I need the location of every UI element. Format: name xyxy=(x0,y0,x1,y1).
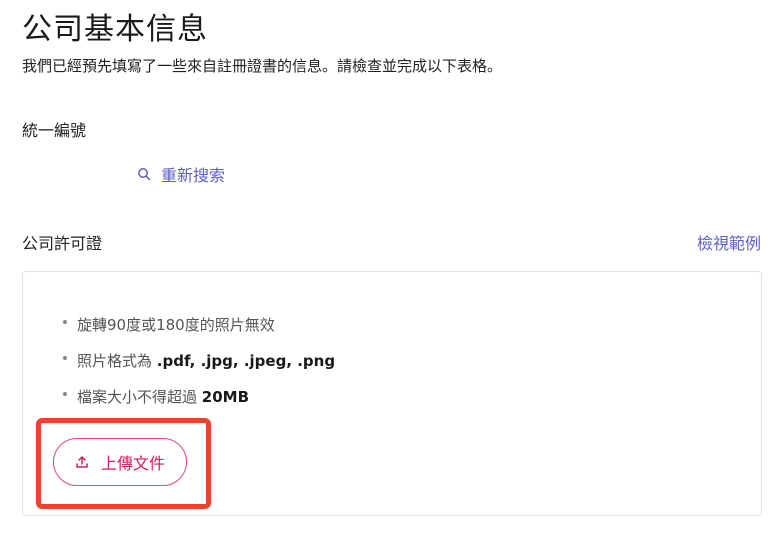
rule-item: 檔案大小不得超過 20MB xyxy=(63,379,335,415)
upload-file-button[interactable]: 上傳文件 xyxy=(53,438,187,486)
page-subtitle: 我們已經預先填寫了一些來自註冊證書的信息。請檢查並完成以下表格。 xyxy=(22,57,503,75)
page-title: 公司基本信息 xyxy=(22,12,208,47)
research-button[interactable]: 重新搜索 xyxy=(137,162,225,186)
rule-item: 照片格式為 .pdf, .jpg, .jpeg, .png xyxy=(63,343,335,379)
upload-file-label: 上傳文件 xyxy=(100,454,165,473)
upload-icon xyxy=(76,456,88,468)
tax-id-label: 統一編號 xyxy=(22,121,87,140)
upload-rules: 旋轉90度或180度的照片無效 照片格式為 .pdf, .jpg, .jpeg,… xyxy=(63,307,335,415)
research-label: 重新搜索 xyxy=(161,166,226,185)
search-icon xyxy=(138,168,151,181)
license-label: 公司許可證 xyxy=(22,234,103,253)
upload-card: 旋轉90度或180度的照片無效 照片格式為 .pdf, .jpg, .jpeg,… xyxy=(22,271,762,516)
view-example-link[interactable]: 檢視範例 xyxy=(697,230,761,254)
rule-item: 旋轉90度或180度的照片無效 xyxy=(63,307,335,343)
